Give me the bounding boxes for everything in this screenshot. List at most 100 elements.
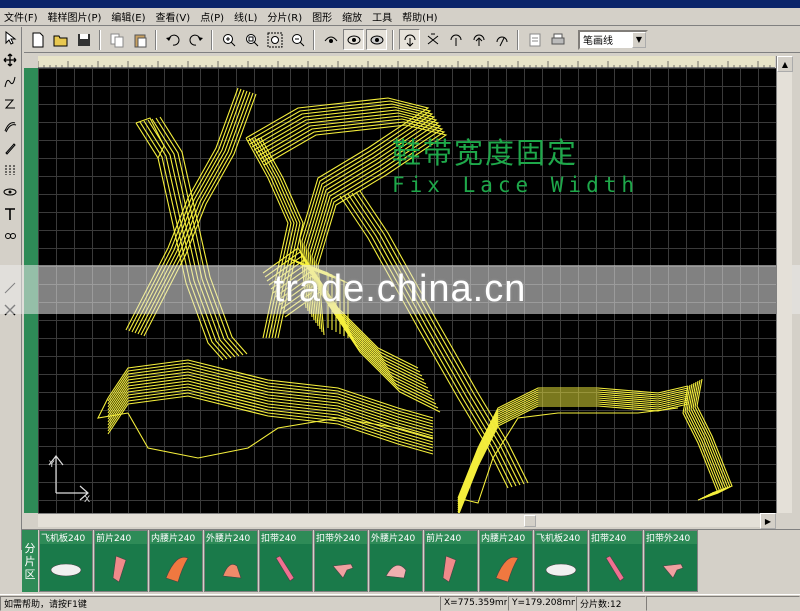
piece-card[interactable]: 内腰片240: [149, 530, 203, 592]
toolbar-separator: [517, 29, 519, 50]
piece-thumbnail: [590, 544, 642, 591]
zoom-in-icon[interactable]: [218, 29, 239, 50]
rotate-c-icon[interactable]: [445, 29, 466, 50]
piece-card[interactable]: 扣带240: [259, 530, 313, 592]
status-y: Y=179.208mm: [508, 595, 576, 611]
piece-card[interactable]: 前片240: [94, 530, 148, 592]
status-bar: 如需帮助，请按F1键 X=775.359mm Y=179.208mm 分片数:1…: [0, 594, 800, 611]
eye-tool-icon[interactable]: [0, 181, 20, 203]
line-style-select[interactable]: 笔画线 ▼: [578, 29, 648, 50]
stitch-tool-icon[interactable]: [0, 159, 20, 181]
pieces-panel-label: 分 片 区: [22, 530, 38, 592]
menu-item[interactable]: 文件(F): [4, 9, 38, 24]
view-c-icon[interactable]: [366, 29, 387, 50]
piece-card[interactable]: 内腰片240: [479, 530, 533, 592]
view-b-icon[interactable]: [343, 29, 364, 50]
zigzag-tool-icon[interactable]: [0, 93, 20, 115]
menu-item[interactable]: 编辑(E): [111, 9, 145, 24]
piece-label: 内腰片240: [150, 531, 202, 544]
undo-icon[interactable]: [162, 29, 183, 50]
menu-item[interactable]: 工具: [372, 9, 392, 24]
paste-icon[interactable]: [129, 29, 150, 50]
rotate-a-icon[interactable]: [399, 29, 420, 50]
piece-label: 扣带240: [590, 531, 642, 544]
horizontal-scrollbar[interactable]: ▶: [38, 513, 776, 529]
rotate-e-icon[interactable]: [491, 29, 512, 50]
toolbar-separator: [155, 29, 157, 50]
axis-indicator: Y X: [48, 455, 90, 505]
select-arrow-icon[interactable]: [0, 27, 20, 49]
piece-card[interactable]: 外腰片240: [369, 530, 423, 592]
toolbar-separator: [99, 29, 101, 50]
menu-item[interactable]: 帮助(H): [402, 9, 437, 24]
view-a-icon[interactable]: [320, 29, 341, 50]
copy-icon[interactable]: [106, 29, 127, 50]
open-folder-icon[interactable]: [50, 29, 71, 50]
print-icon[interactable]: [547, 29, 568, 50]
zoom-window-icon[interactable]: [241, 29, 262, 50]
piece-thumbnail: [535, 544, 587, 591]
piece-label: 前片240: [425, 531, 477, 544]
piece-label: 扣带外240: [645, 531, 697, 544]
status-count: 分片数:12: [576, 595, 646, 611]
piece-thumbnail: [645, 544, 697, 591]
piece-card[interactable]: 扣带外240: [644, 530, 698, 592]
watermark: trade.china.cn: [0, 265, 800, 314]
svg-text:Y: Y: [48, 460, 55, 470]
piece-card[interactable]: 飞机板240: [534, 530, 588, 592]
piece-thumbnail: [370, 544, 422, 591]
chain-tool-icon[interactable]: [0, 225, 20, 247]
rotate-b-icon[interactable]: [422, 29, 443, 50]
chevron-down-icon[interactable]: ▼: [632, 31, 646, 48]
parallel-curve-icon[interactable]: [0, 115, 20, 137]
piece-card[interactable]: 外腰片240: [204, 530, 258, 592]
curve-tool-icon[interactable]: [0, 71, 20, 93]
rotate-d-icon[interactable]: [468, 29, 489, 50]
piece-label: 内腰片240: [480, 531, 532, 544]
piece-thumbnail: [150, 544, 202, 591]
piece-label: 飞机板240: [535, 531, 587, 544]
menu-item[interactable]: 分片(R): [267, 9, 302, 24]
status-x: X=775.359mm: [440, 595, 508, 611]
menu-item[interactable]: 图形: [312, 9, 332, 24]
scroll-right-icon[interactable]: ▶: [760, 513, 776, 529]
title-bar: [0, 0, 800, 8]
piece-card[interactable]: 扣带外240: [314, 530, 368, 592]
piece-label: 扣带外240: [315, 531, 367, 544]
piece-label: 扣带240: [260, 531, 312, 544]
menu-item[interactable]: 点(P): [200, 9, 224, 24]
piece-card[interactable]: 飞机板240: [39, 530, 93, 592]
piece-thumbnail: [425, 544, 477, 591]
new-file-icon[interactable]: [27, 29, 48, 50]
redo-icon[interactable]: [185, 29, 206, 50]
piece-label: 外腰片240: [205, 531, 257, 544]
toolbar-separator: [313, 29, 315, 50]
line-style-value: 笔画线: [583, 36, 613, 47]
headline-chinese: 鞋带宽度固定: [392, 136, 579, 170]
save-icon[interactable]: [73, 29, 94, 50]
headline-english: Fix Lace Width: [392, 173, 640, 197]
main-toolbar: 笔画线 ▼: [24, 27, 800, 53]
menu-item[interactable]: 鞋样图片(P): [48, 9, 102, 24]
menu-item[interactable]: 查看(V): [156, 9, 191, 24]
pieces-panel: 分 片 区 飞机板240 前片240 内腰片240 外腰片240 扣带240 扣带外240…: [22, 529, 800, 592]
menu-item[interactable]: 缩放: [342, 9, 362, 24]
piece-thumbnail: [315, 544, 367, 591]
zoom-out-icon[interactable]: [287, 29, 308, 50]
menu-item[interactable]: 线(L): [234, 9, 257, 24]
horizontal-scroll-thumb[interactable]: [524, 515, 536, 527]
piece-thumbnail: [95, 544, 147, 591]
export-icon[interactable]: [524, 29, 545, 50]
svg-text:X: X: [84, 495, 90, 505]
move-cross-icon[interactable]: [0, 49, 20, 71]
vertical-scrollbar[interactable]: ▲: [776, 56, 793, 513]
piece-card[interactable]: 扣带240: [589, 530, 643, 592]
status-help: 如需帮助，请按F1键: [0, 595, 440, 611]
zoom-all-icon[interactable]: [264, 29, 285, 50]
pen-tool-icon[interactable]: [0, 137, 20, 159]
piece-card[interactable]: 前片240: [424, 530, 478, 592]
toolbar-separator: [211, 29, 213, 50]
text-tool-icon[interactable]: [0, 203, 20, 225]
piece-thumbnail: [40, 544, 92, 591]
scroll-up-icon[interactable]: ▲: [777, 56, 793, 72]
